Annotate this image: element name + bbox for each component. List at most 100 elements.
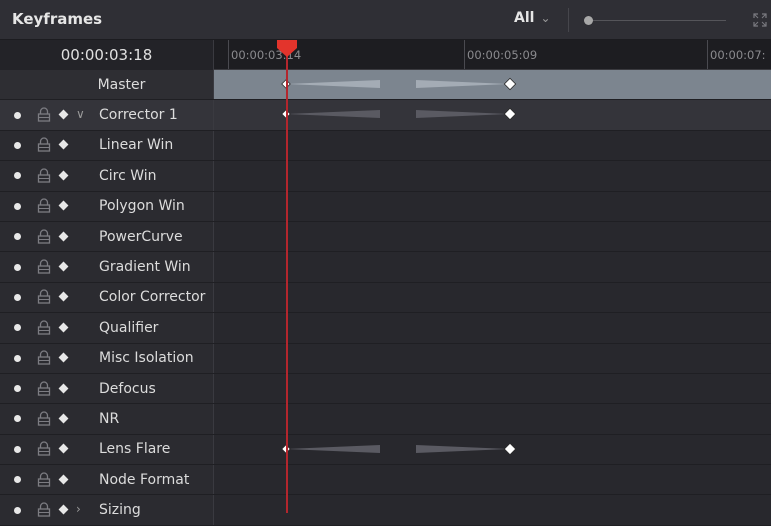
keyframe-track[interactable] <box>214 313 771 343</box>
row-label-cell: NR <box>0 404 214 434</box>
lock-icon[interactable] <box>37 380 51 396</box>
enable-dot-icon[interactable] <box>14 141 21 149</box>
row-label-cell: ∨ Corrector 1 <box>0 100 214 130</box>
keyframe-row[interactable]: NR <box>0 404 771 435</box>
zoom-slider-knob[interactable] <box>584 16 593 25</box>
keyframe-track[interactable] <box>214 343 771 373</box>
enable-dot-icon[interactable] <box>14 324 21 332</box>
lock-icon[interactable] <box>37 502 51 517</box>
expand-icon[interactable] <box>752 12 768 28</box>
add-keyframe-icon[interactable] <box>58 261 69 272</box>
add-keyframe-icon[interactable] <box>58 352 69 363</box>
add-keyframe-icon[interactable] <box>58 170 69 181</box>
enable-dot-icon[interactable] <box>14 202 21 210</box>
add-keyframe-icon[interactable] <box>58 383 69 394</box>
keyframe-row[interactable]: Master <box>0 70 771 101</box>
add-keyframe-icon[interactable] <box>58 140 69 150</box>
filter-dropdown[interactable]: All ⌄ <box>514 10 551 26</box>
keyframe-row[interactable]: Linear Win <box>0 130 771 162</box>
keyframe-curve <box>281 108 517 121</box>
keyframe-track[interactable] <box>214 434 771 465</box>
keyframe-track[interactable] <box>214 373 771 404</box>
row-label: Lens Flare <box>99 441 171 458</box>
keyframe-track[interactable] <box>214 495 771 525</box>
add-keyframe-icon[interactable] <box>58 474 69 485</box>
add-keyframe-icon[interactable] <box>58 231 69 242</box>
row-label: Polygon Win <box>99 198 185 215</box>
add-keyframe-icon[interactable] <box>58 200 69 211</box>
row-label: PowerCurve <box>99 228 183 245</box>
row-label: Node Format <box>99 471 190 488</box>
keyframe-row[interactable]: ∨ Corrector 1 <box>0 100 771 131</box>
keyframe-row[interactable]: Defocus <box>0 373 771 405</box>
lock-icon[interactable] <box>37 259 51 274</box>
keyframe-row[interactable]: Gradient Win <box>0 252 771 283</box>
lock-icon[interactable] <box>37 441 51 457</box>
keyframe-track[interactable] <box>214 404 771 434</box>
keyframe-row[interactable]: Node Format <box>0 465 771 496</box>
keyframe-row[interactable]: Circ Win <box>0 161 771 192</box>
add-keyframe-icon[interactable] <box>58 291 69 302</box>
keyframe-row[interactable]: Polygon Win <box>0 191 771 222</box>
keyframe-diamond[interactable] <box>503 442 517 455</box>
keyframe-row[interactable]: Misc Isolation <box>0 343 771 374</box>
enable-dot-icon[interactable] <box>14 354 21 362</box>
row-label-cell: Node Format <box>0 465 214 495</box>
lock-icon[interactable] <box>37 137 51 153</box>
ease-shape <box>286 110 510 119</box>
keyframe-diamond[interactable] <box>503 77 517 91</box>
keyframe-track[interactable] <box>214 252 771 282</box>
chevron-down-icon[interactable]: ∨ <box>76 107 85 121</box>
keyframe-row[interactable]: › Sizing <box>0 495 771 526</box>
keyframe-track[interactable] <box>214 282 771 313</box>
lock-icon[interactable] <box>37 411 51 426</box>
keyframe-row[interactable]: PowerCurve <box>0 221 771 253</box>
enable-dot-icon[interactable] <box>14 415 21 423</box>
row-label: Corrector 1 <box>99 107 178 124</box>
row-label: Master <box>97 76 146 93</box>
keyframe-track[interactable] <box>214 100 771 130</box>
ease-shape <box>286 444 510 453</box>
keyframe-row[interactable]: Qualifier <box>0 313 771 344</box>
lock-icon[interactable] <box>37 229 51 244</box>
add-keyframe-icon[interactable] <box>58 413 69 424</box>
enable-dot-icon[interactable] <box>14 385 21 393</box>
enable-dot-icon[interactable] <box>14 476 21 484</box>
enable-dot-icon[interactable] <box>14 172 21 180</box>
row-label-cell: Master <box>0 70 214 100</box>
lock-icon[interactable] <box>37 320 51 335</box>
add-keyframe-icon[interactable] <box>58 504 69 515</box>
ruler-tick-label: 00:00:07: <box>710 48 766 62</box>
keyframe-curve <box>281 77 517 91</box>
add-keyframe-icon[interactable] <box>58 109 69 120</box>
add-keyframe-icon[interactable] <box>58 322 69 333</box>
lock-icon[interactable] <box>37 107 51 122</box>
keyframe-track[interactable] <box>214 221 771 252</box>
keyframe-track[interactable] <box>214 161 771 191</box>
keyframe-track[interactable] <box>214 191 771 221</box>
lock-icon[interactable] <box>37 472 51 487</box>
zoom-slider-track[interactable] <box>588 20 726 21</box>
lock-icon[interactable] <box>37 168 51 183</box>
row-label-cell: Circ Win <box>0 161 214 191</box>
lock-icon[interactable] <box>37 198 51 213</box>
lock-icon[interactable] <box>37 289 51 305</box>
add-keyframe-icon[interactable] <box>58 443 69 454</box>
row-label: Linear Win <box>99 137 174 154</box>
chevron-right-icon[interactable]: › <box>76 502 81 516</box>
panel-title: Keyframes <box>12 10 103 28</box>
keyframe-track[interactable] <box>214 465 771 495</box>
enable-dot-icon[interactable] <box>14 111 21 119</box>
keyframe-track[interactable] <box>214 130 771 161</box>
enable-dot-icon[interactable] <box>14 233 21 241</box>
row-label-cell: PowerCurve <box>0 221 214 252</box>
keyframe-row[interactable]: Lens Flare <box>0 434 771 466</box>
keyframe-row[interactable]: Color Corrector <box>0 282 771 314</box>
enable-dot-icon[interactable] <box>14 263 21 271</box>
keyframe-diamond[interactable] <box>503 108 517 121</box>
lock-icon[interactable] <box>37 350 51 365</box>
playhead-handle[interactable] <box>276 40 298 58</box>
enable-dot-icon[interactable] <box>14 445 21 453</box>
keyframe-track[interactable] <box>214 70 771 100</box>
enable-dot-icon[interactable] <box>14 293 21 301</box>
